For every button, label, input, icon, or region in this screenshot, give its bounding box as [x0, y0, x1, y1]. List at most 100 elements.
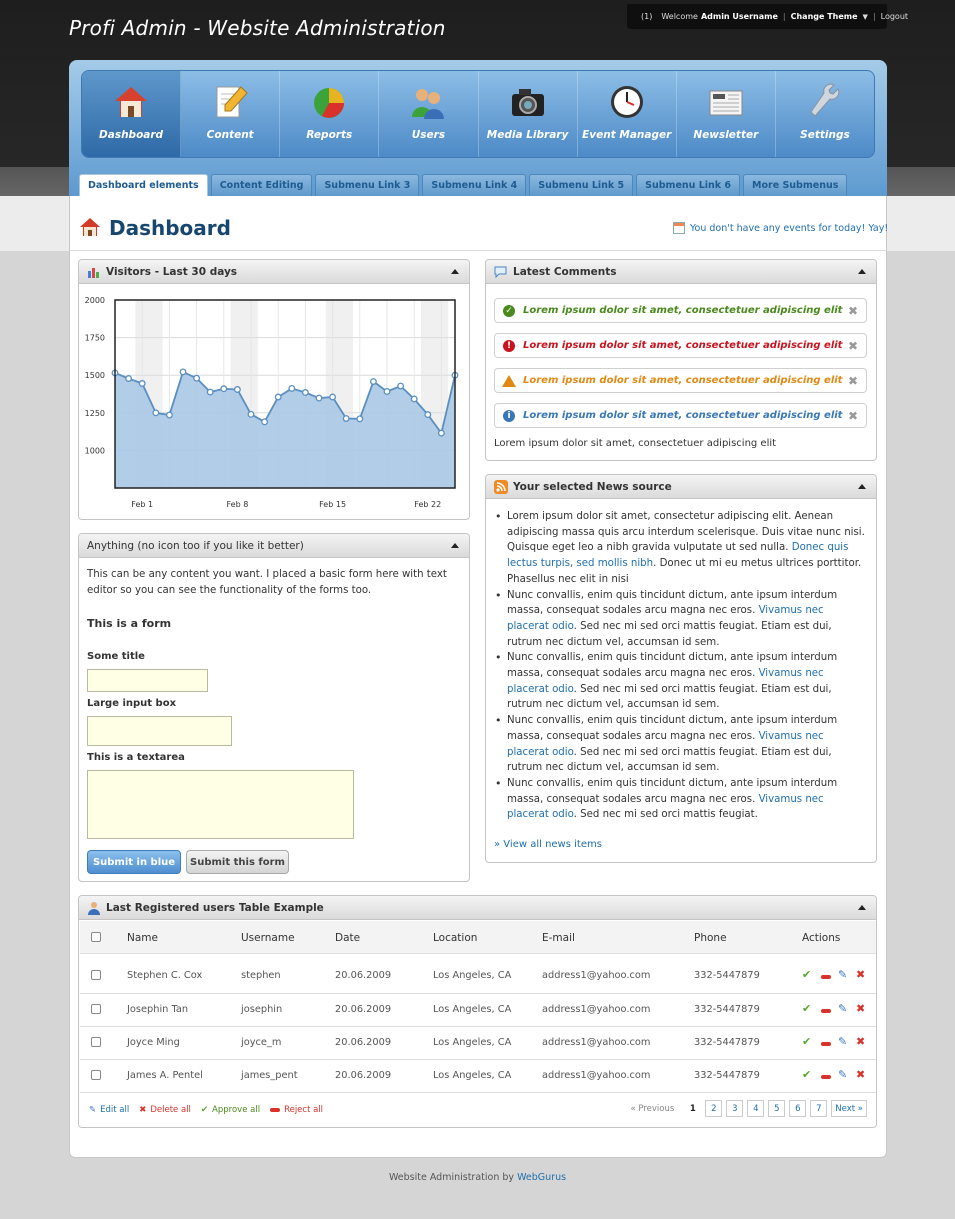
previous-page[interactable]: « Previous	[630, 1104, 674, 1114]
delete-icon[interactable]: ✖	[856, 1035, 865, 1048]
data-point[interactable]	[125, 375, 133, 382]
delete-icon[interactable]: ✖	[856, 1002, 865, 1015]
data-point[interactable]	[179, 368, 187, 376]
some-title-input[interactable]	[87, 669, 208, 692]
data-point[interactable]	[383, 387, 391, 395]
row-checkbox[interactable]	[91, 1004, 101, 1014]
nav-item-users[interactable]: Users	[379, 71, 479, 157]
page-link[interactable]: 6	[789, 1100, 807, 1117]
check-icon[interactable]: ✔	[802, 968, 811, 981]
collapse-icon[interactable]	[858, 269, 866, 274]
collapse-icon[interactable]	[451, 543, 459, 548]
nav-item-dashboard[interactable]: Dashboard	[82, 71, 182, 157]
news-item: Nunc convallis, enim quis tincidunt dict…	[494, 588, 868, 651]
collapse-icon[interactable]	[858, 484, 866, 489]
large-input[interactable]	[87, 716, 232, 746]
minus-icon[interactable]	[821, 1009, 831, 1013]
data-point[interactable]	[356, 415, 364, 423]
edit-all-link[interactable]: Edit all	[100, 1105, 129, 1115]
page-link[interactable]: 5	[768, 1100, 786, 1117]
footer-link[interactable]: WebGurus	[517, 1172, 566, 1183]
subnav-tab-more-submenus[interactable]: More Submenus	[743, 174, 848, 196]
subnav-tab-submenu-link-4[interactable]: Submenu Link 4	[422, 174, 527, 196]
data-point[interactable]	[397, 382, 405, 390]
approve-all-link[interactable]: Approve all	[212, 1105, 260, 1115]
pencil-icon[interactable]: ✎	[838, 1002, 847, 1015]
data-point[interactable]	[220, 385, 228, 393]
data-point[interactable]	[329, 393, 337, 401]
pencil-icon[interactable]: ✎	[838, 968, 847, 981]
chevron-down-icon[interactable]: ▼	[863, 13, 868, 21]
data-point[interactable]	[165, 411, 173, 419]
data-point[interactable]	[138, 380, 146, 387]
data-point[interactable]	[437, 429, 445, 437]
data-point[interactable]	[315, 394, 323, 402]
submit-form-button[interactable]: Submit this form	[186, 850, 289, 874]
data-point[interactable]	[247, 410, 255, 418]
events-notice[interactable]: You don't have any events for today! Yay…	[673, 222, 888, 234]
nav-item-event-manager[interactable]: Event Manager	[578, 71, 677, 157]
events-notice-text[interactable]: You don't have any events for today! Yay…	[690, 223, 888, 234]
data-point[interactable]	[301, 389, 309, 396]
next-page[interactable]: Next »	[831, 1100, 867, 1117]
data-point[interactable]	[274, 393, 282, 401]
minus-icon[interactable]	[821, 1042, 831, 1046]
page-link[interactable]: 3	[726, 1100, 744, 1117]
check-icon[interactable]: ✔	[802, 1002, 811, 1015]
nav-item-content[interactable]: Content	[181, 71, 281, 157]
check-icon[interactable]: ✔	[802, 1035, 811, 1048]
data-point[interactable]	[206, 388, 214, 396]
data-point[interactable]	[369, 378, 377, 385]
page-link[interactable]: 1	[684, 1100, 702, 1117]
minus-icon[interactable]	[821, 1075, 831, 1079]
data-point[interactable]	[424, 411, 432, 419]
data-point[interactable]	[410, 395, 418, 403]
page-link[interactable]: 7	[810, 1100, 828, 1117]
subnav-tab-submenu-link-5[interactable]: Submenu Link 5	[529, 174, 634, 196]
row-checkbox[interactable]	[91, 1070, 101, 1080]
close-icon[interactable]: ✖	[848, 409, 858, 423]
pencil-icon[interactable]: ✎	[838, 1035, 847, 1048]
data-point[interactable]	[288, 384, 296, 392]
nav-item-media-library[interactable]: Media Library	[479, 71, 578, 157]
close-icon[interactable]: ✖	[848, 304, 858, 318]
delete-icon[interactable]: ✖	[856, 1068, 865, 1081]
subnav-tab-submenu-link-3[interactable]: Submenu Link 3	[315, 174, 420, 196]
subnav-tab-dashboard-elements[interactable]: Dashboard elements	[79, 174, 208, 196]
logout-link[interactable]: Logout	[881, 12, 908, 21]
subnav-tab-submenu-link-6[interactable]: Submenu Link 6	[636, 174, 741, 196]
delete-all-link[interactable]: Delete all	[150, 1105, 191, 1115]
x-tick-label: Feb 15	[319, 500, 346, 509]
close-icon[interactable]: ✖	[848, 374, 858, 388]
select-all-checkbox[interactable]	[91, 932, 101, 942]
page-link[interactable]: 2	[705, 1100, 723, 1117]
textarea-field[interactable]	[87, 770, 354, 839]
table-cell: 20.06.2009	[335, 1070, 392, 1081]
data-point[interactable]	[152, 409, 160, 417]
nav-item-settings[interactable]: Settings	[776, 71, 874, 157]
row-checkbox[interactable]	[91, 1037, 101, 1047]
data-point[interactable]	[342, 415, 350, 422]
close-icon[interactable]: ✖	[848, 339, 858, 353]
delete-icon[interactable]: ✖	[856, 968, 865, 981]
change-theme-link[interactable]: Change Theme	[791, 12, 858, 21]
minus-icon[interactable]	[821, 975, 831, 979]
data-point[interactable]	[261, 418, 269, 426]
nav-item-label: Event Manager	[582, 129, 672, 141]
username: Admin Username	[700, 12, 778, 21]
reject-all-link[interactable]: Reject all	[284, 1105, 323, 1115]
nav-item-newsletter[interactable]: Newsletter	[677, 71, 776, 157]
column-header: Date	[335, 932, 361, 944]
data-point[interactable]	[233, 386, 241, 393]
page-link[interactable]: 4	[747, 1100, 765, 1117]
check-icon[interactable]: ✔	[802, 1068, 811, 1081]
nav-item-reports[interactable]: Reports	[280, 71, 380, 157]
data-point[interactable]	[193, 374, 201, 382]
row-checkbox[interactable]	[91, 970, 101, 980]
submit-blue-button[interactable]: Submit in blue	[87, 850, 181, 874]
pencil-icon[interactable]: ✎	[838, 1068, 847, 1081]
mail-count[interactable]: (1)	[641, 12, 652, 21]
collapse-icon[interactable]	[858, 905, 866, 910]
subnav-tab-content-editing[interactable]: Content Editing	[210, 174, 313, 196]
view-all-news-link[interactable]: » View all news items	[494, 839, 602, 850]
